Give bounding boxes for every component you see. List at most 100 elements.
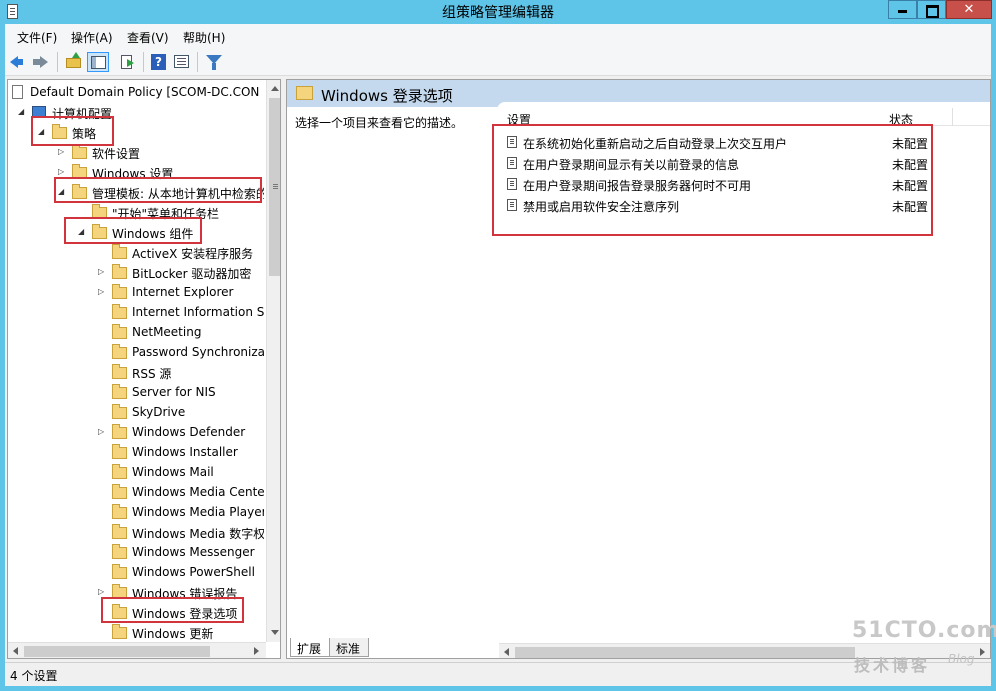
scroll-up-icon[interactable] [271,86,279,91]
export-list-button[interactable] [117,52,139,72]
tree-item-component[interactable]: Windows Media Player [98,503,264,523]
folder-icon [296,86,313,100]
tree-item-component[interactable]: Windows 更新 [98,623,264,642]
filter-button[interactable] [203,52,225,72]
watermark-blog-en: Blog [948,652,975,666]
policy-document-icon [12,85,23,99]
tree-item-windows-logon-options[interactable]: Windows 登录选项 [98,603,264,623]
help-button[interactable]: ? [148,52,170,72]
tree-item-label: 软件设置 [92,147,141,161]
expand-icon[interactable]: ▷ [58,167,68,177]
minimize-button[interactable] [888,0,917,19]
tree-item-component[interactable]: Windows Media Center [98,483,264,503]
close-button[interactable] [946,0,992,19]
collapse-icon[interactable]: ◢ [78,227,88,237]
menu-bar: 文件(F) 操作(A) 查看(V) 帮助(H) [5,24,991,48]
folder-icon [112,524,127,539]
tree-item-component[interactable]: Server for NIS [98,383,264,403]
folder-icon [52,124,67,139]
tree-item-label: Password Synchronizat [132,345,264,359]
folder-icon [112,484,127,499]
expand-icon[interactable]: ▷ [98,427,108,437]
tree-item-root[interactable]: Default Domain Policy [SCOM-DC.CON [10,83,264,103]
scroll-thumb[interactable] [24,646,210,657]
tree-item-label: Server for NIS [132,385,216,399]
collapse-icon[interactable]: ◢ [38,127,48,137]
title-bar: 组策略管理编辑器 [0,0,996,24]
tree-item-policies[interactable]: ◢ 策略 [38,123,264,143]
list-item[interactable]: 禁用或启用软件安全注意序列 未配置 [507,195,947,216]
tree-item-label: Windows Mail [132,465,214,479]
expand-icon[interactable]: ▷ [98,287,108,297]
up-one-level-button[interactable] [63,52,85,72]
expand-icon[interactable]: ▷ [98,267,108,277]
tree-item-software-settings[interactable]: ▷ 软件设置 [58,143,264,163]
list-item[interactable]: 在用户登录期间报告登录服务器何时不可用 未配置 [507,174,947,195]
folder-icon [112,264,127,279]
scroll-down-icon[interactable] [271,630,279,635]
column-header-state[interactable]: 状态 [889,111,913,128]
tree-item-windows-settings[interactable]: ▷ Windows 设置 [58,163,264,183]
maximize-button[interactable] [917,0,946,19]
tree-item-component[interactable]: ActiveX 安装程序服务 [98,243,264,263]
tree-item-component[interactable]: Windows Mail [98,463,264,483]
folder-icon [112,304,127,319]
collapse-icon[interactable]: ◢ [58,187,68,197]
column-header-setting[interactable]: 设置 [507,111,531,128]
tree-item-component[interactable]: NetMeeting [98,323,264,343]
setting-name: 在用户登录期间显示有关以前登录的信息 [523,158,740,172]
menu-file[interactable]: 文件(F) [17,29,57,46]
folder-icon [112,624,127,639]
tree-item-label: Windows 更新 [132,627,214,641]
tree-item-label: Windows 组件 [112,227,194,241]
tree-item-component[interactable]: Password Synchronizat [98,343,264,363]
tree-item-label: Default Domain Policy [SCOM-DC.CON [30,85,260,99]
scroll-thumb[interactable] [269,98,280,276]
folder-icon [112,464,127,479]
menu-view[interactable]: 查看(V) [127,29,169,46]
tree-item-label: Internet Information Se [132,305,264,319]
tree-item-admin-templates[interactable]: ◢ 管理模板: 从本地计算机中检索的 [58,183,264,203]
tree-item-label: 计算机配置 [52,107,113,121]
tree-item-component[interactable]: ▷ Internet Explorer [98,283,264,303]
tree-item-component[interactable]: Windows Messenger [98,543,264,563]
properties-button[interactable] [171,52,193,72]
tree-horizontal-scrollbar[interactable] [8,642,266,658]
tree-item-component[interactable]: Windows PowerShell [98,563,264,583]
tree-item-start-menu[interactable]: "开始"菜单和任务栏 [78,203,264,223]
tree-item-computer-config[interactable]: ◢ 计算机配置 [18,103,264,123]
scroll-left-icon[interactable] [13,647,18,655]
back-button[interactable] [9,52,31,72]
grip-icon [273,184,278,189]
tree-item-component[interactable]: RSS 源 [98,363,264,383]
tree-item-component[interactable]: ▷ Windows 错误报告 [98,583,264,603]
tree-item-label: Windows Media Center [132,485,264,499]
scroll-right-icon[interactable] [254,647,259,655]
menu-action[interactable]: 操作(A) [71,29,113,46]
list-item[interactable]: 在系统初始化重新启动之后自动登录上次交互用户 未配置 [507,132,947,153]
tree-item-component[interactable]: SkyDrive [98,403,264,423]
list-header: 设置 状态 [497,106,990,128]
collapse-icon[interactable]: ◢ [18,107,28,117]
show-hide-tree-button[interactable] [87,52,109,72]
folder-icon [72,164,87,179]
policy-setting-icon [507,157,517,169]
menu-help[interactable]: 帮助(H) [183,29,225,46]
tab-extended[interactable]: 扩展 [290,638,330,657]
expand-icon[interactable]: ▷ [98,587,108,597]
tree-item-component[interactable]: Internet Information Se [98,303,264,323]
tree-vertical-scrollbar[interactable] [266,80,280,642]
tree-item-component[interactable]: Windows Media 数字权 [98,523,264,543]
column-divider[interactable] [952,108,953,126]
tree-item-component[interactable]: ▷ BitLocker 驱动器加密 [98,263,264,283]
forward-button[interactable] [31,52,53,72]
expand-icon[interactable]: ▷ [58,147,68,157]
list-item[interactable]: 在用户登录期间显示有关以前登录的信息 未配置 [507,153,947,174]
tab-standard[interactable]: 标准 [329,638,369,657]
folder-icon [112,324,127,339]
folder-icon [112,404,127,419]
tree-item-windows-components[interactable]: ◢ Windows 组件 [78,223,264,243]
tree-item-component[interactable]: ▷ Windows Defender [98,423,264,443]
folder-icon [112,284,127,299]
tree-item-component[interactable]: Windows Installer [98,443,264,463]
